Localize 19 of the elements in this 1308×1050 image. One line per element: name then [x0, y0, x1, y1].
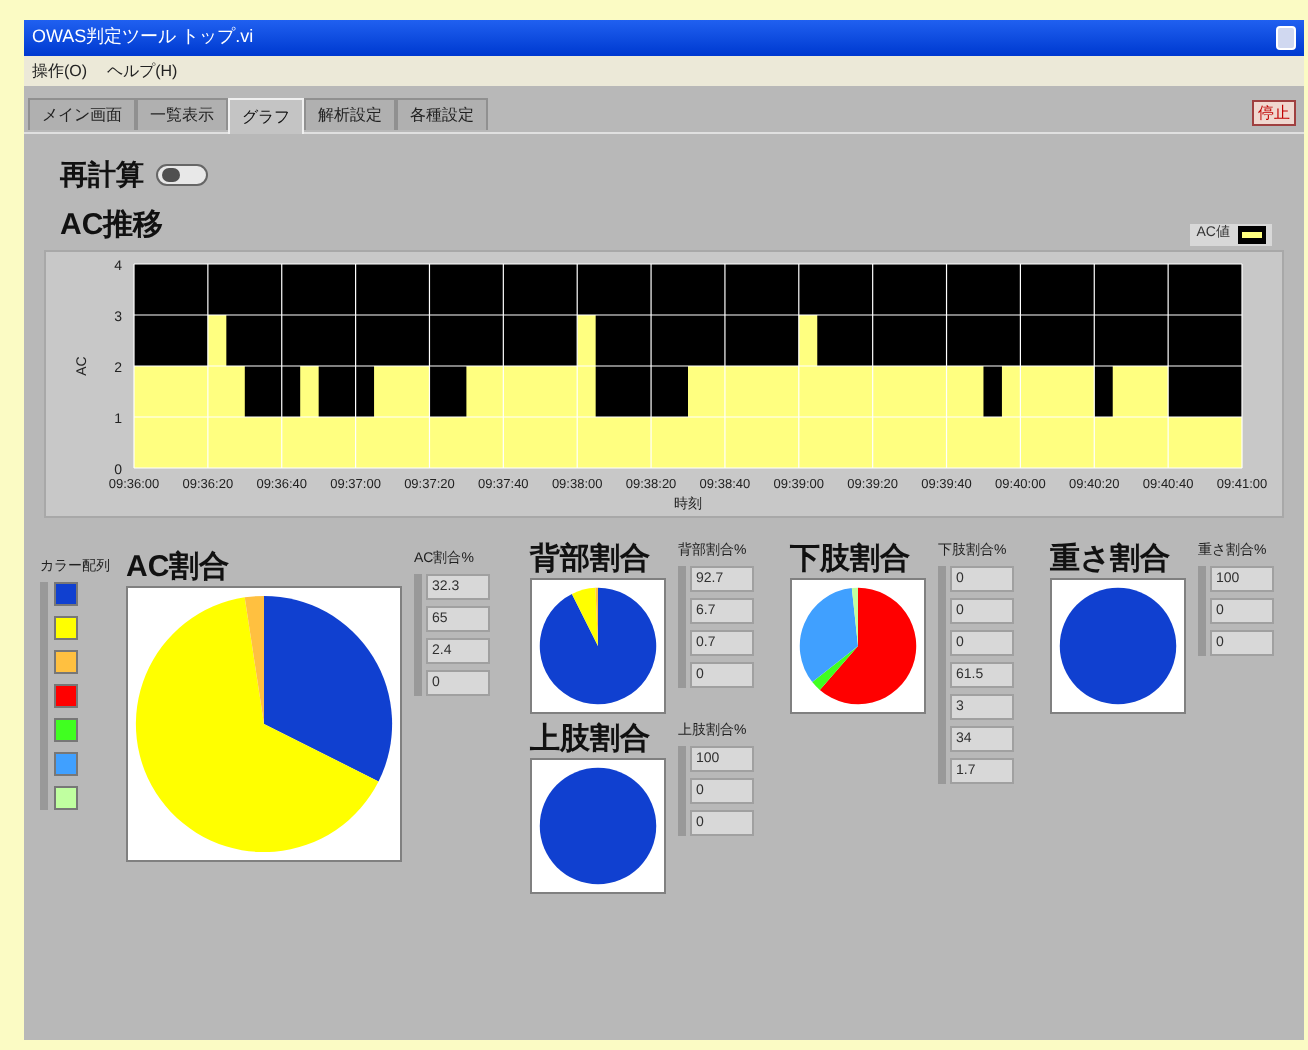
tab[interactable]: グラフ	[228, 98, 304, 134]
chart-title: AC推移	[60, 206, 164, 246]
recalc-toggle[interactable]	[156, 164, 208, 186]
menu-item[interactable]: ヘルプ(H)	[107, 59, 178, 83]
tab[interactable]: 一覧表示	[136, 98, 228, 130]
chart-title: 重さ割合	[1050, 541, 1172, 577]
legend-swatch-icon	[1238, 225, 1266, 244]
chart-title: AC割合	[126, 549, 232, 585]
chart-title: 上肢割合	[530, 721, 652, 757]
tab[interactable]: 解析設定	[304, 98, 396, 130]
window-title: OWAS判定ツール トップ.vi	[32, 24, 254, 51]
chart-title: 背部割合	[530, 541, 652, 577]
stop-button[interactable]: 停止	[1252, 100, 1296, 126]
tab[interactable]: メイン画面	[28, 98, 136, 130]
recalc-label: 再計算	[60, 156, 144, 194]
window-button[interactable]	[1276, 26, 1296, 50]
tab[interactable]: 各種設定	[396, 98, 488, 130]
chart-title: 下肢割合	[790, 541, 912, 577]
menu-item[interactable]: 操作(O)	[32, 59, 88, 83]
